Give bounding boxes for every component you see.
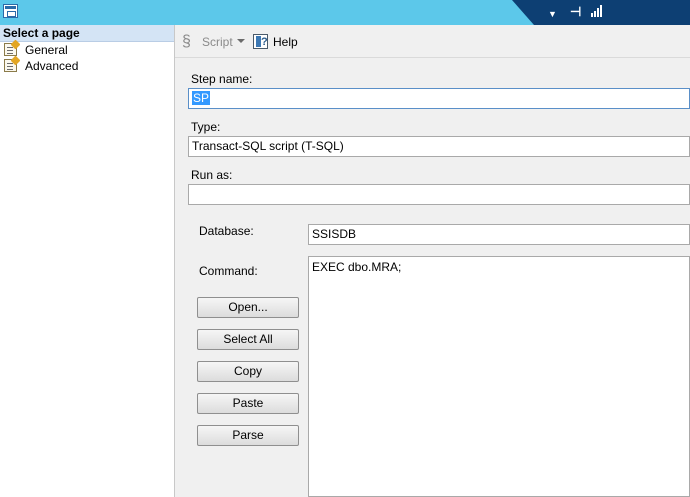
help-button[interactable]: Help [253,34,298,50]
database-value: SSISDB [312,227,357,241]
script-dropdown-icon[interactable] [237,39,245,43]
page-icon [4,59,17,72]
step-properties-form: Step name: SP Type: Transact-SQL script … [175,58,690,497]
script-icon: § [182,33,191,50]
type-label: Type: [191,120,221,134]
toolbar: § Script Help [175,25,690,58]
command-label: Command: [199,264,258,278]
type-value: Transact-SQL script (T-SQL) [192,139,344,153]
page-icon [4,43,17,56]
help-icon [253,34,268,50]
database-label: Database: [199,224,254,238]
command-textarea[interactable]: EXEC dbo.MRA; [308,256,690,497]
sidebar-item-label: Advanced [25,59,79,73]
step-name-label: Step name: [191,72,253,86]
step-name-field[interactable]: SP [188,88,690,109]
title-bar: ▼ ⊣ [0,0,690,25]
sidebar-item-general[interactable]: General [0,42,174,58]
type-select[interactable]: Transact-SQL script (T-SQL) [188,136,690,157]
run-as-select[interactable] [188,184,690,205]
paste-button[interactable]: Paste [197,393,299,414]
sidebar-item-advanced[interactable]: Advanced [0,58,174,74]
command-text: EXEC dbo.MRA; [312,260,402,274]
database-select[interactable]: SSISDB [308,224,690,245]
app-icon [3,4,18,18]
select-page-panel: Select a page General Advanced [0,25,175,497]
step-name-value: SP [192,91,211,105]
script-button[interactable]: § Script [182,34,233,50]
select-page-header: Select a page [0,25,174,42]
open-button[interactable]: Open... [197,297,299,318]
copy-button[interactable]: Copy [197,361,299,382]
signal-icon [591,5,605,17]
pin-icon[interactable]: ⊣ [570,4,581,20]
select-all-button[interactable]: Select All [197,329,299,350]
parse-button[interactable]: Parse [197,425,299,446]
run-as-label: Run as: [191,168,233,182]
sidebar-item-label: General [25,43,68,57]
chevron-down-icon[interactable]: ▼ [548,6,557,22]
